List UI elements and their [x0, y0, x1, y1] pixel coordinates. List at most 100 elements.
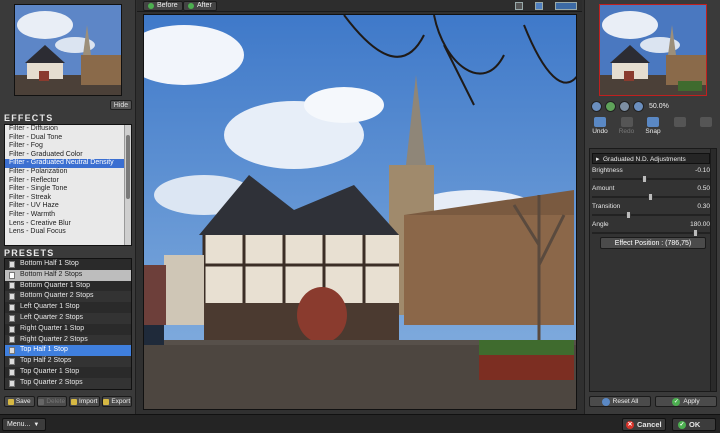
- effect-item[interactable]: Filter - Graduated Color: [5, 151, 131, 160]
- slider-label: Transition: [592, 203, 621, 210]
- ok-checkmark-icon: ✓: [678, 420, 686, 429]
- preset-file-icon: [9, 314, 15, 322]
- delete-preset-button[interactable]: Delete: [36, 396, 67, 407]
- preset-item[interactable]: Right Quarter 2 Stops: [5, 334, 131, 346]
- preset-item[interactable]: Left Quarter 1 Stop: [5, 302, 131, 313]
- zoom-in-icon[interactable]: [605, 100, 616, 112]
- preset-item[interactable]: Top Quarter 2 Stops: [5, 377, 131, 389]
- effect-item[interactable]: Filter - Warmth: [5, 211, 131, 220]
- presets-list[interactable]: Bottom Half 1 Stop Bottom Half 2 Stops Bot…: [4, 258, 132, 390]
- ok-button[interactable]: ✓ OK: [672, 418, 716, 431]
- slider-track[interactable]: [592, 175, 710, 183]
- effect-item[interactable]: Filter - Fog: [5, 142, 131, 151]
- preset-label: Right Quarter 1 Stop: [20, 324, 85, 332]
- slider-handle[interactable]: [648, 193, 653, 201]
- redo-label: Redo: [618, 128, 635, 135]
- slider-label-row: Angle 180.00: [592, 221, 710, 228]
- slider-brightness: Brightness -0.10: [592, 167, 710, 183]
- effect-item[interactable]: Filter - Single Tone: [5, 185, 131, 194]
- effect-item[interactable]: Filter - Polarization: [5, 168, 131, 177]
- apply-button[interactable]: ✓ Apply: [655, 396, 717, 407]
- effect-item[interactable]: Filter - Graduated Neutral Density: [5, 159, 131, 168]
- undo-button[interactable]: Undo: [589, 117, 611, 139]
- cancel-button[interactable]: ✕ Cancel: [622, 418, 666, 431]
- hide-button[interactable]: Hide: [110, 100, 132, 110]
- after-toggle[interactable]: After: [183, 1, 217, 11]
- snap-label: Snap: [645, 128, 661, 135]
- adjustments-scrollbar[interactable]: [710, 149, 716, 391]
- effects-scrollbar[interactable]: [124, 125, 131, 245]
- menu-label: Menu...: [7, 420, 31, 428]
- fit-icon[interactable]: [619, 100, 630, 112]
- import-preset-button[interactable]: Import: [69, 396, 100, 407]
- preset-item[interactable]: Top Half 1 Stop: [5, 345, 131, 357]
- zoom-out-icon[interactable]: [591, 100, 602, 112]
- menu-button[interactable]: Menu... ▼: [2, 418, 46, 431]
- slider-track[interactable]: [592, 229, 710, 237]
- slider-value[interactable]: 180.00: [690, 221, 710, 228]
- right-action-buttons: Reset All ✓ Apply: [589, 396, 717, 408]
- slider-value[interactable]: -0.10: [695, 167, 710, 174]
- edit-tools: Undo Redo Snap: [589, 117, 717, 139]
- preset-item[interactable]: Top Half 2 Stops: [5, 356, 131, 367]
- effect-item[interactable]: Lens - Creative Blur: [5, 220, 131, 229]
- preset-file-icon: [9, 325, 15, 333]
- cancel-label: Cancel: [637, 419, 662, 429]
- slider-value[interactable]: 0.50: [697, 185, 710, 192]
- single-view-icon[interactable]: [515, 2, 523, 10]
- preset-label: Left Quarter 1 Stop: [20, 303, 80, 311]
- preset-item[interactable]: Bottom Quarter 2 Stops: [5, 291, 131, 303]
- actual-size-icon[interactable]: [633, 100, 644, 112]
- preset-label: Top Half 2 Stops: [20, 357, 72, 365]
- effect-item[interactable]: Filter - Dual Tone: [5, 134, 131, 143]
- slider-amount: Amount 0.50: [592, 185, 710, 201]
- side-by-side-view-icon[interactable]: [555, 2, 577, 10]
- export-icon: [103, 398, 110, 405]
- effect-item[interactable]: Filter - UV Haze: [5, 202, 131, 211]
- adjustments-header[interactable]: Graduated N.D. Adjustments: [592, 153, 710, 165]
- effects-title: EFFECTS: [4, 113, 54, 123]
- slider-handle[interactable]: [625, 211, 631, 219]
- effect-item[interactable]: Filter - Streak: [5, 194, 131, 203]
- export-preset-button[interactable]: Export: [101, 396, 132, 407]
- split-view-icon[interactable]: [535, 2, 543, 10]
- preset-item[interactable]: Bottom Half 2 Stops: [5, 269, 131, 281]
- before-toggle[interactable]: Before: [143, 1, 183, 11]
- effect-position-button[interactable]: Effect Position : (786,75): [600, 237, 706, 249]
- slider-value[interactable]: 0.30: [697, 203, 710, 210]
- cancel-icon: ✕: [626, 420, 634, 429]
- save-preset-button[interactable]: Save: [4, 396, 35, 407]
- preset-item[interactable]: Right Quarter 1 Stop: [5, 324, 131, 335]
- preset-item[interactable]: Bottom Quarter 1 Stop: [5, 281, 131, 292]
- effect-item[interactable]: Lens - Dual Focus: [5, 228, 131, 237]
- preset-label: Top Quarter 1 Stop: [20, 367, 80, 375]
- effect-item[interactable]: Filter - Diffusion: [5, 125, 131, 134]
- slider-track[interactable]: [592, 211, 710, 219]
- options-button[interactable]: [695, 117, 717, 139]
- adjustments-panel: Graduated N.D. Adjustments Brightness -0.…: [589, 148, 717, 392]
- slider-label: Brightness: [592, 167, 623, 174]
- effects-scrollbar-thumb[interactable]: [126, 135, 130, 199]
- redo-button[interactable]: Redo: [616, 117, 638, 139]
- checkmark-icon: ✓: [672, 397, 681, 406]
- preset-file-icon: [9, 260, 15, 268]
- preset-item[interactable]: Top Quarter 1 Stop: [5, 367, 131, 378]
- main-preview-image[interactable]: [143, 14, 577, 410]
- slider-track[interactable]: [592, 193, 710, 201]
- preset-buttons: Save Delete Import Export: [4, 396, 132, 408]
- preset-item[interactable]: Left Quarter 2 Stops: [5, 312, 131, 324]
- preset-item[interactable]: Bottom Half 1 Stop: [5, 259, 131, 270]
- compare-button[interactable]: [669, 117, 691, 139]
- navigator-thumbnail-after[interactable]: [599, 4, 707, 96]
- reset-all-button[interactable]: Reset All: [589, 396, 651, 407]
- preset-label: Right Quarter 2 Stops: [20, 335, 88, 343]
- navigator-thumbnail-before[interactable]: [14, 4, 122, 96]
- slider-handle[interactable]: [642, 175, 648, 183]
- preview-toolbar: Before After: [137, 0, 582, 12]
- snap-button[interactable]: Snap: [642, 117, 664, 139]
- effects-list[interactable]: Filter - Diffusion Filter - Dual Tone Filt…: [4, 124, 132, 246]
- slider-handle[interactable]: [692, 229, 698, 237]
- effect-item[interactable]: Filter - Reflector: [5, 177, 131, 186]
- preset-label: Top Half 1 Stop: [20, 346, 68, 354]
- preset-file-icon: [9, 282, 15, 290]
